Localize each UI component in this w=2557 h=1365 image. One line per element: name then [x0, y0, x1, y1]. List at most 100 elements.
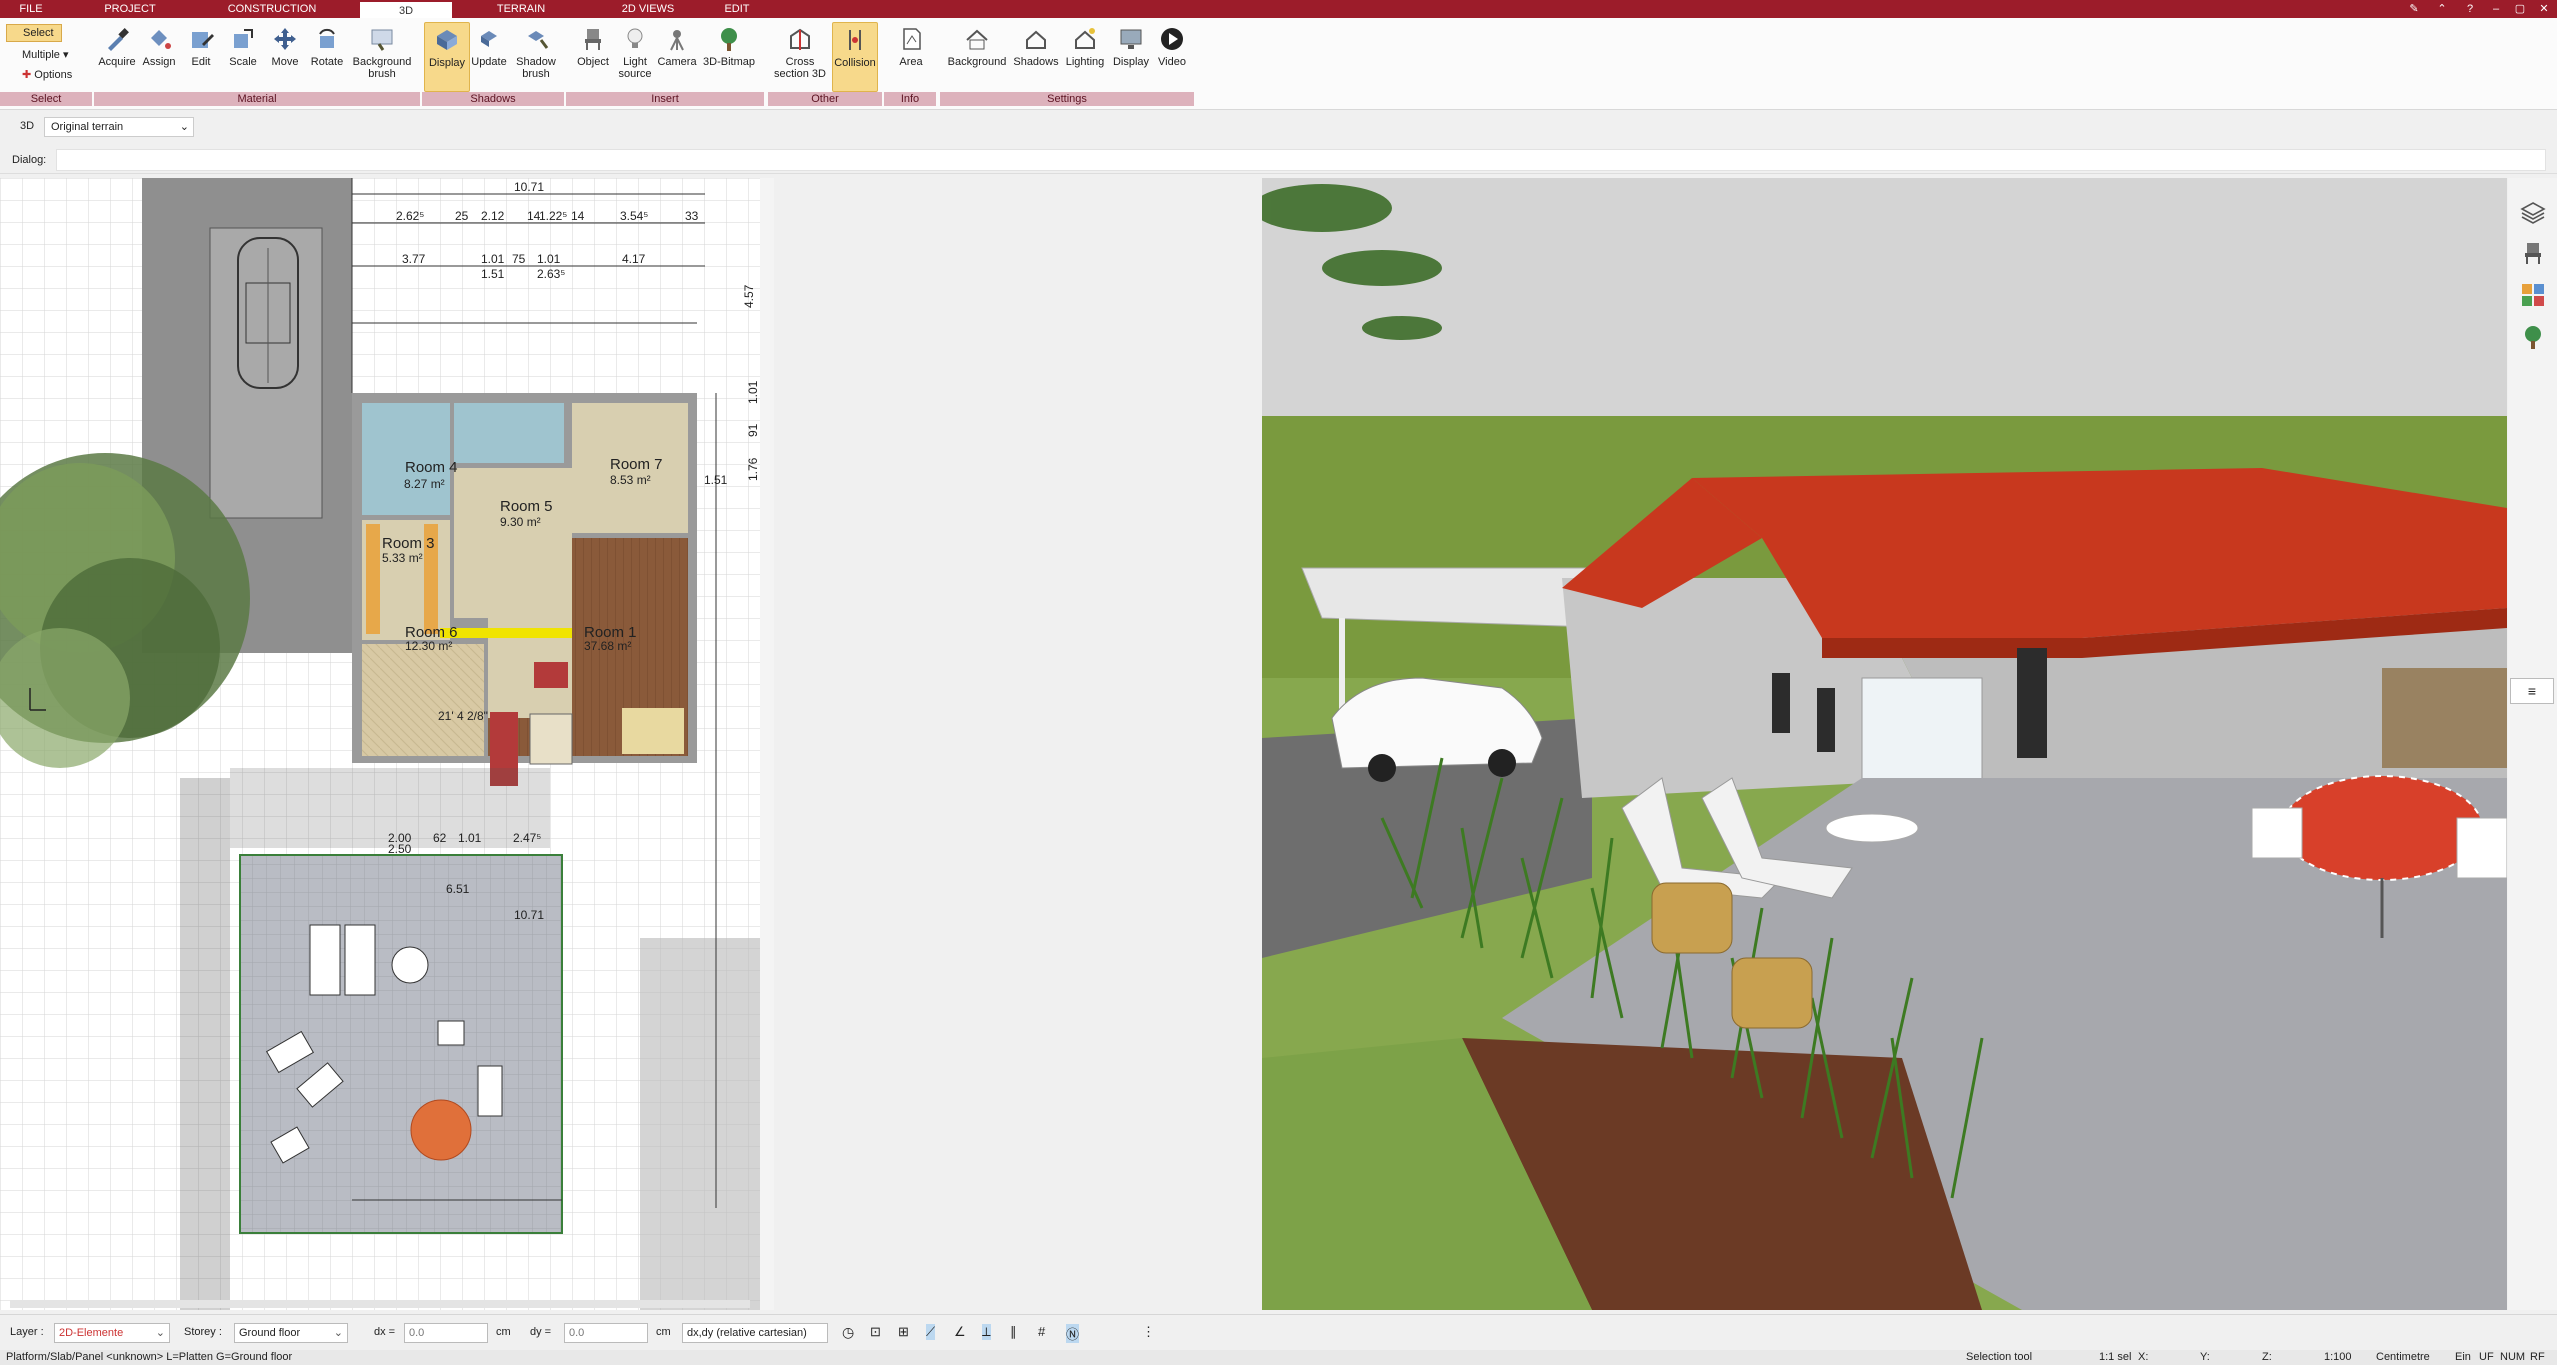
- dimension-label: 1.76: [746, 457, 760, 481]
- edit-material-icon: [192, 32, 214, 48]
- snap-line-icon[interactable]: ⟋: [926, 1324, 936, 1340]
- snap-point-icon[interactable]: ⊡: [870, 1324, 881, 1340]
- material-catalog-icon[interactable]: [2520, 282, 2546, 308]
- rotate-material-button[interactable]: Rotate: [304, 22, 350, 92]
- insert-object-button[interactable]: Object: [570, 22, 616, 92]
- tab-edit[interactable]: EDIT: [712, 0, 762, 18]
- floor-plan-view[interactable]: 10.71 2.62⁵ 25 2.12 14 1.22⁵ 14 3.54⁵ 33…: [0, 178, 760, 1310]
- dialog-input[interactable]: [56, 149, 2546, 171]
- insert-light-button[interactable]: Light source: [612, 22, 658, 92]
- tools-icon[interactable]: ✎: [2402, 0, 2426, 18]
- tab-construction[interactable]: CONSTRUCTION: [222, 0, 322, 18]
- unit-label: Centimetre: [2376, 1351, 2430, 1363]
- tab-2d-views[interactable]: 2D VIEWS: [608, 0, 688, 18]
- edit-material-button[interactable]: Edit: [178, 22, 224, 92]
- house-3d[interactable]: [1562, 468, 2507, 819]
- help-icon[interactable]: ?: [2458, 0, 2482, 18]
- dining-table[interactable]: [622, 708, 684, 754]
- round-table[interactable]: [391, 946, 429, 984]
- acquire-button[interactable]: Acquire: [94, 22, 140, 92]
- parasol[interactable]: [410, 1099, 472, 1161]
- room-5-area[interactable]: [454, 468, 572, 618]
- room-area: 12.30 m²: [405, 639, 452, 653]
- collision-button[interactable]: Collision: [832, 22, 878, 92]
- sun-lounger[interactable]: [309, 924, 341, 996]
- settings-shadows-button[interactable]: Shadows: [1012, 22, 1060, 92]
- group-insert: Insert: [566, 92, 764, 106]
- select-button[interactable]: Select: [6, 24, 62, 42]
- snap-toolbar: ◷ ⊡ ⊞ ⟋ ∠ ⟂ ∥ # Ⓝ ⋮: [842, 1324, 1162, 1344]
- storey-select[interactable]: Ground floor ⌄: [234, 1323, 348, 1343]
- dimension-label: 62: [433, 831, 447, 845]
- dimension-label: 2.12: [481, 209, 505, 223]
- right-side-toolbar: ≡: [2508, 178, 2557, 1310]
- ribbon: Select Multiple ▾ ✚ Options Select Acqui…: [0, 18, 2557, 110]
- uf-indicator: UF: [2479, 1351, 2494, 1363]
- more-icon[interactable]: ⋮: [1142, 1324, 1155, 1340]
- layers-icon[interactable]: [2520, 200, 2546, 226]
- dimension-label: 14: [571, 209, 585, 223]
- area-button[interactable]: Area: [888, 22, 934, 92]
- dimension-label: 6.51: [446, 882, 470, 896]
- panel-toggle-icon[interactable]: ≡: [2510, 678, 2554, 704]
- storey-label: Storey :: [184, 1326, 222, 1338]
- shadow-brush-button[interactable]: Shadow brush: [508, 22, 564, 92]
- tab-file[interactable]: FILE: [6, 0, 56, 18]
- plan-canvas[interactable]: 10.71 2.62⁵ 25 2.12 14 1.22⁵ 14 3.54⁵ 33…: [0, 178, 760, 1310]
- tab-terrain[interactable]: TERRAIN: [486, 0, 556, 18]
- snap-parallel-icon[interactable]: ∥: [1010, 1324, 1017, 1340]
- shadows-display-button[interactable]: Display: [424, 22, 470, 92]
- snap-angle-icon[interactable]: ∠: [954, 1324, 966, 1340]
- layer-select[interactable]: 2D-Elemente ⌄: [54, 1323, 170, 1343]
- view-splitter[interactable]: [760, 178, 774, 1310]
- sun-lounger[interactable]: [344, 924, 376, 996]
- round-table-3d[interactable]: [1825, 813, 1919, 843]
- carport-slab: [209, 227, 323, 519]
- snap-midpoint-icon[interactable]: Ⓝ: [1066, 1324, 1080, 1343]
- insert-camera-button[interactable]: Camera: [654, 22, 700, 92]
- assign-button[interactable]: Assign: [136, 22, 182, 92]
- settings-display-button[interactable]: Display: [1108, 22, 1154, 92]
- brush-icon: [371, 29, 393, 51]
- tab-3d[interactable]: 3D: [360, 0, 452, 18]
- maximize-icon[interactable]: ▢: [2508, 0, 2532, 18]
- dimension-label: 1.51: [481, 267, 505, 281]
- background-brush-button[interactable]: Background brush: [346, 22, 418, 92]
- coord-mode-select[interactable]: dx,dy (relative cartesian): [682, 1323, 828, 1343]
- dx-input[interactable]: 0.0: [404, 1323, 488, 1343]
- terrain-select[interactable]: Original terrain ⌄: [44, 117, 194, 137]
- shadow-brush-icon: [528, 31, 549, 49]
- grid-icon[interactable]: #: [1038, 1324, 1045, 1339]
- clock-icon[interactable]: ◷: [842, 1324, 854, 1341]
- close-icon[interactable]: ✕: [2532, 0, 2556, 18]
- snap-grid-icon[interactable]: ⊞: [898, 1324, 909, 1340]
- settings-lighting-button[interactable]: Lighting: [1060, 22, 1110, 92]
- 3d-scene[interactable]: [1262, 178, 2507, 1310]
- dimension-label: 91: [746, 423, 760, 437]
- scale-material-button[interactable]: Scale: [220, 22, 266, 92]
- insert-3d-bitmap-button[interactable]: 3D-Bitmap: [698, 22, 760, 92]
- bath-area[interactable]: [454, 403, 564, 463]
- settings-background-button[interactable]: Background: [944, 22, 1010, 92]
- room-6-area[interactable]: [362, 644, 484, 756]
- cross-section-3d-button[interactable]: Cross section 3D: [774, 22, 826, 92]
- dy-input[interactable]: 0.0: [564, 1323, 648, 1343]
- cross-section-icon: [790, 28, 810, 50]
- group-settings: Settings: [940, 92, 1194, 106]
- multiple-dropdown[interactable]: Multiple ▾: [6, 48, 68, 61]
- plan-horizontal-scrollbar[interactable]: [10, 1300, 750, 1308]
- move-material-button[interactable]: Move: [262, 22, 308, 92]
- dimension-label: 33: [685, 209, 699, 223]
- settings-video-button[interactable]: Video: [1152, 22, 1192, 92]
- minimize-ribbon-icon[interactable]: ⌃: [2430, 0, 2454, 18]
- snap-ortho-icon[interactable]: ⟂: [982, 1324, 991, 1340]
- eyedropper-icon: [108, 28, 129, 51]
- plant-catalog-icon[interactable]: [2520, 324, 2546, 350]
- shadows-update-button[interactable]: Update: [466, 22, 512, 92]
- options-button[interactable]: ✚ Options: [6, 68, 72, 81]
- chair-catalog-icon[interactable]: [2520, 240, 2546, 266]
- minimize-icon[interactable]: –: [2484, 0, 2508, 18]
- 3d-view[interactable]: [1262, 178, 2507, 1310]
- tab-project[interactable]: PROJECT: [96, 0, 164, 18]
- scale-icon: [234, 29, 253, 48]
